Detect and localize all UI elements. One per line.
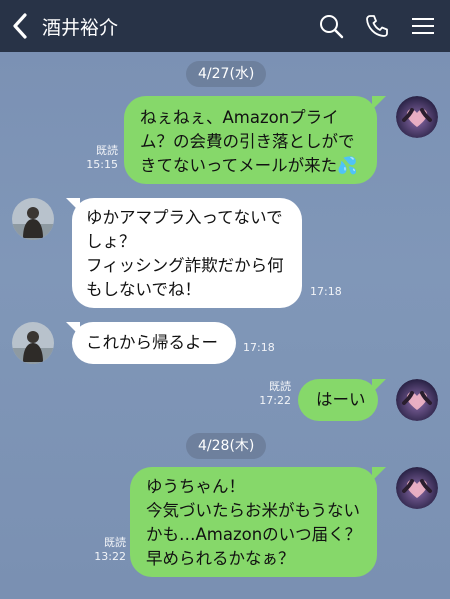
read-receipt: 既読 15:15	[82, 144, 118, 172]
search-icon	[320, 15, 344, 39]
message-time: 15:15	[86, 158, 118, 171]
date-separator: 4/28(木)	[186, 433, 266, 459]
message-time: 17:18	[243, 341, 275, 354]
read-label: 既読	[96, 144, 118, 157]
back-chevron-icon	[13, 13, 27, 39]
message-bubble-received[interactable]: ゆかアマプラ入ってないで しょ？ フィッシング詐欺だから何 もしないでね！	[72, 198, 302, 308]
contact-avatar[interactable]	[12, 198, 54, 240]
message-time: 17:22	[259, 394, 291, 407]
message-time: 13:22	[94, 550, 126, 563]
contact-name[interactable]: 酒井裕介	[42, 13, 118, 40]
message-bubble-received[interactable]: これから帰るよー	[72, 322, 236, 364]
menu-icon	[412, 18, 434, 34]
read-receipt: 既読 17:22	[255, 380, 291, 408]
my-avatar[interactable]	[396, 467, 438, 509]
bubble-tail	[372, 467, 386, 481]
person-photo-avatar-icon	[12, 322, 54, 364]
heart-hands-avatar-icon	[396, 96, 438, 138]
my-avatar[interactable]	[396, 379, 438, 421]
date-separator: 4/27(水)	[186, 61, 266, 87]
message-bubble-sent[interactable]: ゆうちゃん！ 今気づいたらお米がもうない かも…Amazonのいつ届く？ 早めら…	[130, 467, 377, 577]
my-avatar[interactable]	[396, 96, 438, 138]
heart-hands-avatar-icon	[396, 379, 438, 421]
bubble-tail	[372, 379, 386, 393]
read-receipt: 既読 13:22	[90, 536, 126, 564]
phone-icon	[366, 15, 388, 37]
heart-hands-avatar-icon	[396, 467, 438, 509]
call-button[interactable]	[364, 13, 390, 39]
contact-avatar[interactable]	[12, 322, 54, 364]
search-button[interactable]	[318, 13, 344, 39]
back-button[interactable]	[0, 0, 40, 52]
chat-header: 酒井裕介	[0, 0, 450, 52]
message-bubble-sent[interactable]: はーい	[298, 379, 378, 421]
message-bubble-sent[interactable]: ねぇねぇ、Amazonプライ ム？の会費の引き落としがで きてないってメールが来…	[124, 96, 377, 184]
chat-area[interactable]: 4/27(水) 既読 15:15 ねぇねぇ、Amazonプライ ム？の会費の引き…	[0, 52, 450, 599]
read-label: 既読	[104, 536, 126, 549]
menu-button[interactable]	[410, 13, 436, 39]
person-photo-avatar-icon	[12, 198, 54, 240]
read-label: 既読	[269, 380, 291, 393]
message-time: 17:18	[310, 285, 342, 298]
